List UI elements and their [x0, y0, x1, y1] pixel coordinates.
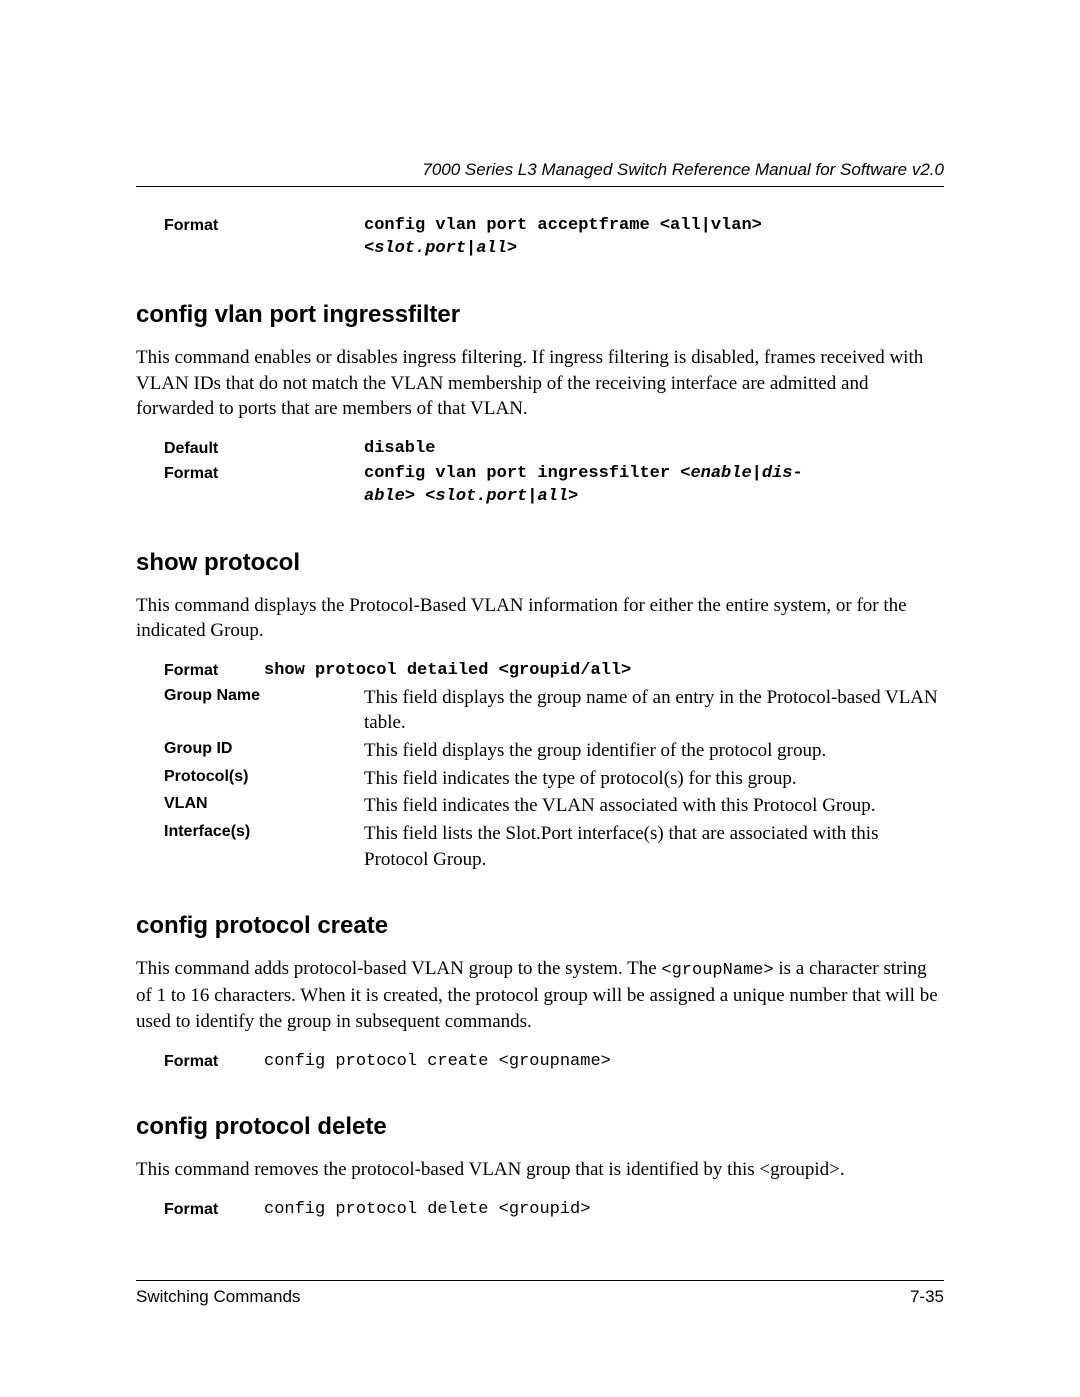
format-label: Format	[164, 463, 364, 509]
format-row: Format config protocol create <groupname…	[136, 1051, 944, 1074]
field-desc: This field indicates the type of protoco…	[364, 766, 944, 792]
format-value: config vlan port acceptframe <all|vlan> …	[364, 215, 944, 261]
field-desc: This field indicates the VLAN associated…	[364, 793, 944, 819]
format-value: show protocol detailed <groupid/all>	[264, 660, 944, 683]
section-body: This command displays the Protocol-Based…	[136, 593, 944, 644]
field-row: VLAN This field indicates the VLAN assoc…	[136, 793, 944, 819]
default-row: Default disable	[136, 438, 944, 461]
format-value: config vlan port ingressfilter <enable|d…	[364, 463, 944, 509]
field-desc: This field lists the Slot.Port interface…	[364, 821, 944, 872]
field-label: Group Name	[164, 685, 364, 736]
footer-section: Switching Commands	[136, 1287, 300, 1307]
field-label: Group ID	[164, 738, 364, 764]
format-line2: <slot.port|all>	[364, 239, 517, 258]
format-row: Format config protocol delete <groupid>	[136, 1199, 944, 1222]
format-value: config protocol delete <groupid>	[264, 1199, 944, 1222]
format-code-sep: > <	[405, 487, 436, 506]
format-code-arg: enable|dis-	[690, 464, 802, 483]
format-label: Format	[164, 215, 364, 261]
page: 7000 Series L3 Managed Switch Reference …	[0, 0, 1080, 1397]
field-desc: This field displays the group identifier…	[364, 738, 944, 764]
default-label: Default	[164, 438, 364, 461]
section-heading-ingressfilter: config vlan port ingressfilter	[136, 301, 944, 329]
section-heading-show-protocol: show protocol	[136, 549, 944, 577]
format-line1: config vlan port acceptframe <all|vlan>	[364, 216, 762, 235]
format-value: config protocol create <groupname>	[264, 1051, 944, 1074]
field-label: Interface(s)	[164, 821, 364, 872]
body-text: This command adds protocol-based VLAN gr…	[136, 958, 661, 979]
default-value: disable	[364, 438, 944, 461]
field-label: VLAN	[164, 793, 364, 819]
page-footer: Switching Commands 7-35	[136, 1280, 944, 1307]
field-row: Protocol(s) This field indicates the typ…	[136, 766, 944, 792]
section-body: This command enables or disables ingress…	[136, 345, 944, 422]
running-head: 7000 Series L3 Managed Switch Reference …	[136, 160, 944, 187]
field-row: Group Name This field displays the group…	[136, 685, 944, 736]
format-label: Format	[164, 1199, 264, 1222]
format-row: Format config vlan port acceptframe <all…	[136, 215, 944, 261]
format-code-prefix: config vlan port ingressfilter <	[364, 464, 690, 483]
inline-code: <groupName>	[661, 961, 773, 980]
footer-page-number: 7-35	[910, 1287, 944, 1307]
format-row: Format show protocol detailed <groupid/a…	[136, 660, 944, 683]
format-row: Format config vlan port ingressfilter <e…	[136, 463, 944, 509]
field-label: Protocol(s)	[164, 766, 364, 792]
section-body: This command removes the protocol-based …	[136, 1157, 944, 1183]
format-code-arg: able	[364, 487, 405, 506]
section-body: This command adds protocol-based VLAN gr…	[136, 956, 944, 1034]
section-heading-protocol-delete: config protocol delete	[136, 1113, 944, 1141]
format-label: Format	[164, 660, 264, 683]
field-row: Group ID This field displays the group i…	[136, 738, 944, 764]
field-desc: This field displays the group name of an…	[364, 685, 944, 736]
section-heading-protocol-create: config protocol create	[136, 912, 944, 940]
format-label: Format	[164, 1051, 264, 1074]
format-code-suffix: >	[568, 487, 578, 506]
format-code-arg: slot.port|all	[435, 487, 568, 506]
field-row: Interface(s) This field lists the Slot.P…	[136, 821, 944, 872]
